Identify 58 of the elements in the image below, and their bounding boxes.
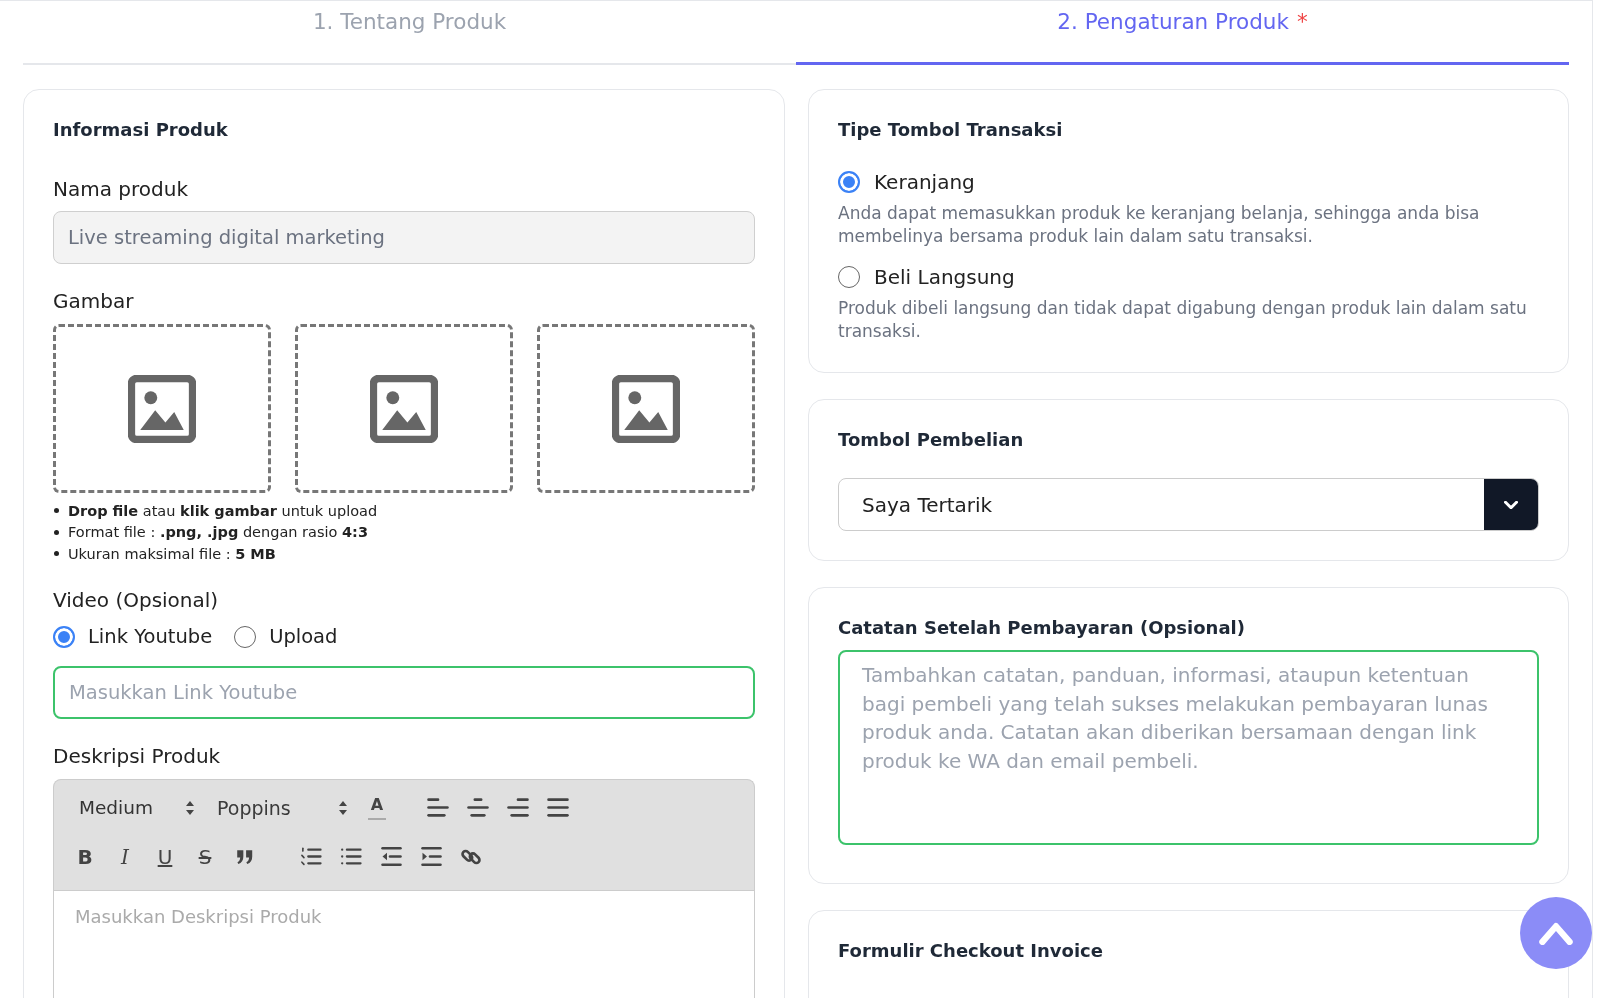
field-label: Gambar — [53, 289, 135, 313]
note-textarea[interactable]: Tambahkan catatan, panduan, informasi, ataupun ketentuan bagi pembeli yang telah sukses melakukan pembayaran lunas produk anda. Catatan akan diberikan bersamaan dengan link produk ke WA dan email pembeli. — [838, 650, 1539, 845]
quote-icon — [235, 848, 255, 865]
option-label: Beli Langsung — [874, 265, 1015, 289]
indent-icon — [420, 846, 442, 867]
section-title: Formulir Checkout Invoice — [838, 939, 1104, 963]
text-color-button[interactable]: A — [368, 795, 386, 820]
strikethrough-button[interactable]: S — [191, 842, 219, 871]
bullet-icon — [54, 529, 59, 535]
field-label: Deskripsi Produk — [53, 743, 222, 768]
bullet-icon — [54, 508, 59, 514]
bold-button[interactable]: B — [71, 842, 99, 871]
radio-button[interactable] — [53, 625, 75, 648]
italic-button[interactable]: I — [111, 842, 139, 871]
up-down-caret-icon — [338, 799, 348, 816]
section-title: Informasi Produk — [53, 118, 229, 142]
option-description: Produk dibeli langsung dan tidak dapat digabung dengan produk lain dalam satu transaksi. — [838, 297, 1528, 343]
font-family-select[interactable]: Poppins — [209, 789, 350, 826]
image-icon — [370, 374, 438, 443]
option-label: Link Youtube — [88, 625, 213, 648]
image-icon — [612, 374, 680, 443]
upload-hint: Ukuran maksimal file : 5 MB — [68, 545, 276, 562]
youtube-link-input[interactable]: Masukkan Link Youtube — [53, 665, 755, 719]
image-icon — [128, 374, 196, 443]
description-editor[interactable]: Masukkan Deskripsi Produk — [53, 889, 755, 998]
up-down-caret-icon — [185, 799, 195, 816]
align-center-icon — [467, 798, 489, 817]
radio-button[interactable] — [838, 266, 860, 288]
align-right-icon — [507, 798, 529, 817]
section-title: Tipe Tombol Transaksi — [838, 118, 1064, 142]
align-left-icon — [427, 798, 449, 817]
section-title: Tombol Pembelian — [838, 428, 1025, 452]
underline-button[interactable]: U — [151, 842, 179, 871]
option-description: Anda dapat memasukkan produk ke keranjang belanja, sehingga anda bisa membelinya bersama produk lain dalam satu transaksi. — [838, 202, 1481, 248]
option-label: Upload — [269, 625, 338, 648]
dropdown-toggle[interactable] — [1484, 479, 1538, 530]
section-title: Catatan Setelah Pembayaran (Opsional) — [838, 616, 1246, 640]
purchase-button-select[interactable]: Saya Tertarik — [838, 478, 1539, 531]
image-drop-zone[interactable] — [295, 324, 513, 493]
bullet-icon — [54, 551, 59, 557]
font-size-select[interactable]: Medium — [71, 789, 197, 826]
chevron-up-icon — [1539, 921, 1573, 945]
upload-hint: Format file : .png, .jpg dengan rasio 4:3 — [68, 524, 368, 541]
chevron-down-icon — [1504, 500, 1518, 509]
field-label: Video (Opsional) — [53, 587, 220, 612]
radio-button[interactable] — [234, 625, 257, 648]
justify-icon — [547, 798, 569, 817]
upload-hint: Drop file atau klik gambar untuk upload — [68, 502, 378, 519]
numbered-list-icon — [300, 847, 322, 866]
bullet-list-icon — [340, 847, 362, 866]
step-tab[interactable]: 2. Pengaturan Produk * — [796, 1, 1569, 65]
outdent-icon — [380, 846, 402, 867]
required-mark: * — [1296, 8, 1308, 36]
image-drop-zone[interactable] — [53, 324, 271, 493]
image-drop-zone[interactable] — [537, 324, 755, 493]
radio-button[interactable] — [838, 171, 860, 193]
field-label: Nama produk — [53, 177, 189, 201]
option-label: Keranjang — [874, 170, 975, 194]
